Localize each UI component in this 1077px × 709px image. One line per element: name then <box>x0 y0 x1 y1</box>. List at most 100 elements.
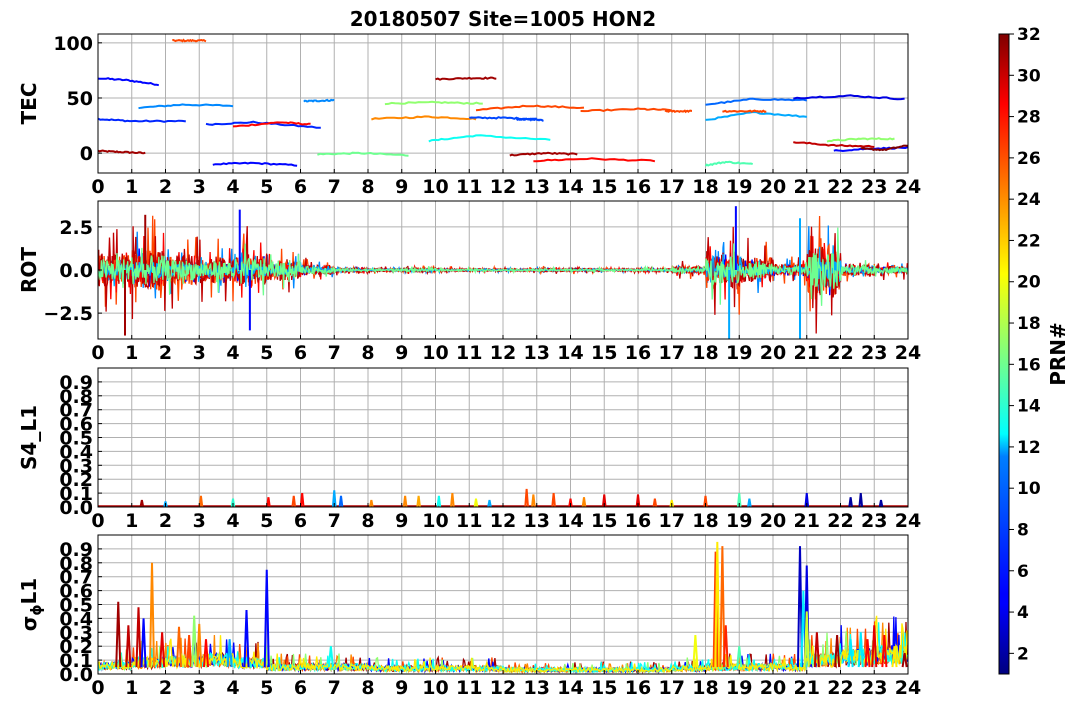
x-tick-label: 15 <box>591 342 617 364</box>
x-tick-label: 3 <box>193 342 206 364</box>
x-tick-label: 8 <box>361 677 374 699</box>
x-tick-label: 12 <box>490 342 516 364</box>
y-axis-label: TEC <box>17 83 41 125</box>
x-tick-label: 13 <box>524 176 550 198</box>
colorbar-tick-label: 20 <box>1017 273 1041 293</box>
x-tick-label: 2 <box>159 510 172 532</box>
x-tick-label: 0 <box>91 510 104 532</box>
colorbar-tick-label: 10 <box>1017 479 1041 499</box>
x-tick-label: 15 <box>591 510 617 532</box>
x-tick-label: 24 <box>895 342 921 364</box>
x-tick-label: 24 <box>895 510 921 532</box>
colorbar-tick-label: 14 <box>1017 397 1041 417</box>
colorbar-tick-label: 24 <box>1017 190 1041 210</box>
x-tick-label: 19 <box>726 677 752 699</box>
y-tick-label: 0.0 <box>59 260 93 282</box>
colorbar-tick-label: 2 <box>1017 644 1029 664</box>
x-tick-label: 10 <box>422 677 448 699</box>
y-tick-label: 100 <box>53 33 93 55</box>
x-tick-label: 24 <box>895 677 921 699</box>
x-tick-label: 4 <box>226 342 239 364</box>
colorbar-tick-label: 28 <box>1017 108 1041 128</box>
x-tick-label: 13 <box>524 510 550 532</box>
y-tick-label: −2.5 <box>43 303 93 325</box>
x-tick-label: 16 <box>625 677 651 699</box>
x-tick-label: 9 <box>395 510 408 532</box>
x-tick-label: 13 <box>524 677 550 699</box>
x-tick-label: 3 <box>193 510 206 532</box>
x-tick-label: 23 <box>861 677 887 699</box>
x-tick-label: 23 <box>861 176 887 198</box>
x-tick-label: 1 <box>125 342 138 364</box>
y-tick-label: 0 <box>80 143 93 165</box>
x-tick-label: 4 <box>226 510 239 532</box>
x-tick-label: 10 <box>422 342 448 364</box>
panel-2: 0 1 2 3 4 5 6 7 8 9 10 11 12 13 14 15 16 17 18 19 20 21 22 23 24… <box>17 200 921 364</box>
panel-1: 0 1 2 3 4 5 6 7 8 9 10 11 12 13 14 15 16 17 18 19 20 21 22 23 24… <box>17 33 921 198</box>
panels: 0 1 2 3 4 5 6 7 8 9 10 11 12 13 14 15 16 17 18 19 20 21 22 23 24… <box>17 33 921 699</box>
x-tick-label: 1 <box>125 677 138 699</box>
x-tick-label: 24 <box>895 176 921 198</box>
x-tick-label: 3 <box>193 677 206 699</box>
x-tick-label: 19 <box>726 510 752 532</box>
x-tick-label: 16 <box>625 176 651 198</box>
y-axis-label: S4_L1 <box>17 405 41 470</box>
x-tick-label: 15 <box>591 176 617 198</box>
panel-3: 0 1 2 3 4 5 6 7 8 9 10 11 12 13 14 15 16 17 18 19 20 21 22 23 24… <box>17 367 921 532</box>
x-tick-label: 11 <box>456 510 482 532</box>
x-tick-label: 3 <box>193 176 206 198</box>
colorbar-tick-label: 8 <box>1017 520 1029 540</box>
x-tick-label: 7 <box>328 677 341 699</box>
x-tick-label: 1 <box>125 176 138 198</box>
x-tick-label: 17 <box>659 510 685 532</box>
x-tick-label: 8 <box>361 176 374 198</box>
x-tick-label: 11 <box>456 342 482 364</box>
panel-4: 0 1 2 3 4 5 6 7 8 9 10 11 12 13 14 15 16 17 18 19 20 21 22 23 24… <box>17 534 921 699</box>
x-tick-label: 18 <box>692 677 718 699</box>
x-tick-label: 2 <box>159 342 172 364</box>
x-tick-label: 6 <box>294 510 307 532</box>
x-tick-label: 19 <box>726 176 752 198</box>
chart-title: 20180507 Site=1005 HON2 <box>350 7 656 31</box>
colorbar-label: PRN# <box>1046 322 1070 386</box>
x-tick-label: 9 <box>395 176 408 198</box>
x-tick-label: 10 <box>422 510 448 532</box>
x-tick-label: 6 <box>294 176 307 198</box>
colorbar-tick-label: 22 <box>1017 231 1041 251</box>
x-tick-label: 14 <box>557 342 583 364</box>
x-tick-label: 12 <box>490 176 516 198</box>
tec-series-prn26 <box>172 38 207 43</box>
x-tick-label: 21 <box>794 176 820 198</box>
x-tick-label: 12 <box>490 677 516 699</box>
x-tick-label: 18 <box>692 176 718 198</box>
x-tick-label: 22 <box>827 342 853 364</box>
x-tick-label: 18 <box>692 342 718 364</box>
x-tick-label: 14 <box>557 677 583 699</box>
x-tick-label: 10 <box>422 176 448 198</box>
x-tick-label: 5 <box>260 176 273 198</box>
x-tick-label: 21 <box>794 342 820 364</box>
x-tick-label: 22 <box>827 176 853 198</box>
x-tick-label: 2 <box>159 677 172 699</box>
x-tick-label: 20 <box>760 342 786 364</box>
x-tick-label: 17 <box>659 176 685 198</box>
colorbar-tick-label: 6 <box>1017 562 1029 582</box>
x-tick-label: 6 <box>294 342 307 364</box>
x-tick-label: 0 <box>91 176 104 198</box>
colorbar: 2468101214161820222426283032PRN# <box>998 25 1070 675</box>
tec-series-prn31 <box>435 76 497 81</box>
x-tick-label: 1 <box>125 510 138 532</box>
x-tick-label: 9 <box>395 677 408 699</box>
x-tick-label: 6 <box>294 677 307 699</box>
colorbar-tick-label: 12 <box>1017 438 1041 458</box>
x-tick-label: 18 <box>692 510 718 532</box>
x-tick-label: 19 <box>726 342 752 364</box>
x-tick-label: 21 <box>794 510 820 532</box>
x-tick-label: 22 <box>827 510 853 532</box>
tec-series-prn26 <box>722 109 767 113</box>
y-axis-label: σϕL1 <box>17 578 45 631</box>
x-tick-label: 21 <box>794 677 820 699</box>
y-tick-label: 0.9 <box>59 539 93 561</box>
x-tick-label: 20 <box>760 677 786 699</box>
colorbar-tick-label: 26 <box>1017 149 1041 169</box>
